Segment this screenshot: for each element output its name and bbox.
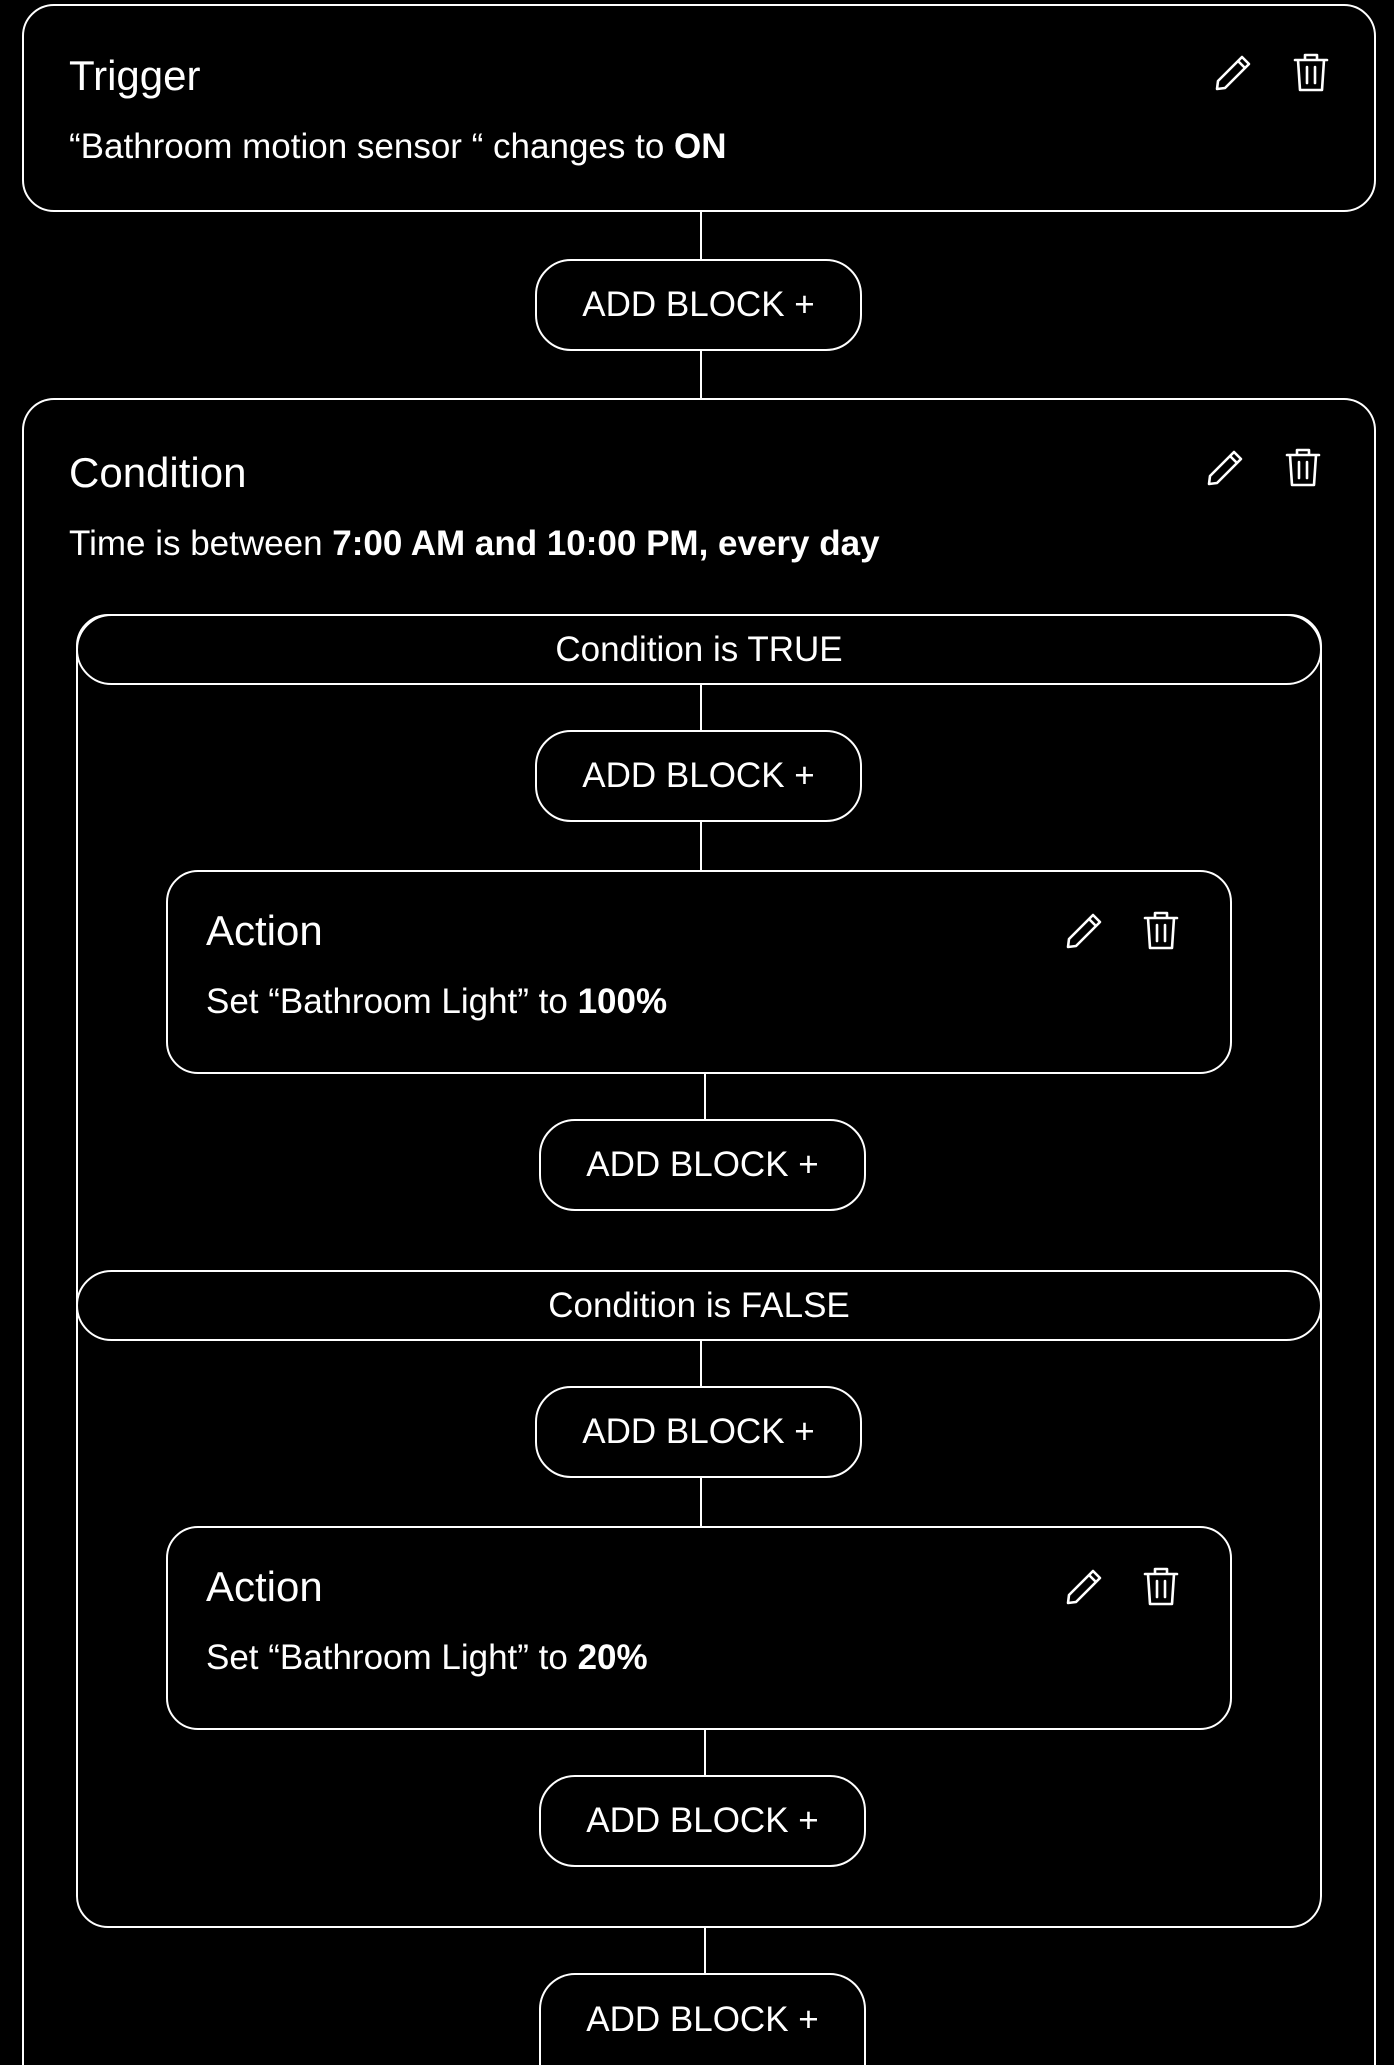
add-block-button[interactable]: ADD BLOCK + (539, 1119, 866, 1211)
pencil-icon (1215, 55, 1251, 91)
action-description-text: Set “Bathroom Light” to (206, 1638, 578, 1677)
trigger-delete-button[interactable] (1288, 50, 1334, 96)
action-edit-button[interactable] (1061, 1564, 1107, 1610)
trigger-title: Trigger (69, 52, 201, 99)
action-card: Action Set “Bathroom Light” to 20% (166, 1526, 1232, 1730)
condition-delete-button[interactable] (1280, 445, 1326, 491)
trash-icon (1143, 1567, 1179, 1606)
condition-description-text: Time is between (69, 524, 333, 563)
trash-icon (1285, 448, 1321, 487)
condition-description: Time is between 7:00 AM and 10:00 PM, ev… (69, 526, 880, 561)
action-title: Action (206, 907, 323, 954)
condition-edit-button[interactable] (1202, 445, 1248, 491)
action-level-value: 20% (577, 1638, 648, 1677)
pencil-icon (1066, 1569, 1102, 1605)
trigger-description-text: “Bathroom motion sensor “ changes to (69, 127, 675, 166)
action-edit-button[interactable] (1061, 908, 1107, 954)
action-description: Set “Bathroom Light” to 20% (206, 1640, 648, 1675)
trigger-state-value: ON (674, 127, 727, 166)
trash-icon (1143, 911, 1179, 950)
action-level-value: 100% (577, 982, 668, 1021)
action-title: Action (206, 1563, 323, 1610)
add-block-button[interactable]: ADD BLOCK + (539, 1775, 866, 1867)
trigger-description: “Bathroom motion sensor “ changes to ON (69, 129, 727, 164)
trigger-card: Trigger “Bathroom motion sensor “ change… (22, 4, 1376, 212)
condition-time-range: 7:00 AM and 10:00 PM, every day (332, 524, 880, 563)
pencil-icon (1066, 913, 1102, 949)
add-block-button[interactable]: ADD BLOCK + (535, 1386, 862, 1478)
trigger-edit-button[interactable] (1210, 50, 1256, 96)
action-delete-button[interactable] (1138, 1564, 1184, 1610)
condition-title: Condition (69, 449, 247, 496)
action-description-text: Set “Bathroom Light” to (206, 982, 578, 1021)
condition-true-label: Condition is TRUE (76, 614, 1322, 685)
trash-icon (1293, 53, 1329, 92)
action-delete-button[interactable] (1138, 908, 1184, 954)
action-description: Set “Bathroom Light” to 100% (206, 984, 667, 1019)
action-card: Action Set “Bathroom Light” to 100% (166, 870, 1232, 1074)
add-block-button[interactable]: ADD BLOCK + (535, 259, 862, 351)
add-block-button[interactable]: ADD BLOCK + (539, 1973, 866, 2065)
pencil-icon (1207, 450, 1243, 486)
add-block-button[interactable]: ADD BLOCK + (535, 730, 862, 822)
condition-false-label: Condition is FALSE (76, 1270, 1322, 1341)
